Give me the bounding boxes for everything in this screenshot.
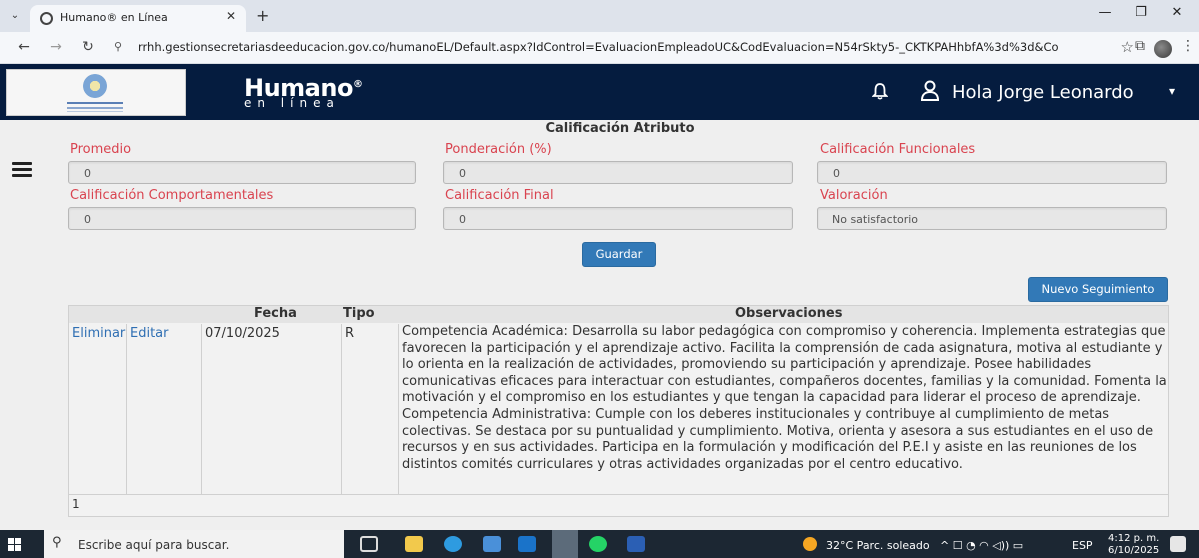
- calificacion-final-field[interactable]: 0: [443, 207, 793, 230]
- tab-close-icon[interactable]: ✕: [226, 9, 236, 23]
- cell-observaciones: Competencia Académica: Desarrolla su lab…: [402, 324, 1167, 472]
- address-bar[interactable]: ⚲ rrhh.gestionsecretariasdeeducacion.gov…: [110, 36, 1134, 60]
- label-calificacion-final: Calificación Final: [445, 188, 554, 203]
- taskbar-search-box[interactable]: ⚲ Escribe aquí para buscar.: [44, 530, 344, 558]
- window-minimize-icon[interactable]: —: [1090, 5, 1120, 20]
- valoracion-field[interactable]: No satisfactorio: [817, 207, 1167, 230]
- profile-avatar[interactable]: [1154, 40, 1172, 58]
- bell-icon[interactable]: [872, 82, 888, 100]
- notifications-icon[interactable]: [1170, 536, 1186, 552]
- seal-icon: [83, 74, 107, 98]
- delete-link[interactable]: Eliminar: [72, 326, 125, 341]
- clock-time: 4:12 p. m.: [1108, 533, 1160, 544]
- save-button[interactable]: Guardar: [582, 242, 656, 267]
- taskbar-search-placeholder: Escribe aquí para buscar.: [78, 538, 230, 552]
- system-clock[interactable]: 4:12 p. m. 6/10/2025: [1108, 533, 1159, 557]
- new-followup-button[interactable]: Nuevo Seguimiento: [1028, 277, 1168, 302]
- tab-search-chevron-icon[interactable]: ⌄: [6, 7, 24, 25]
- tab-favicon-icon: [40, 12, 53, 25]
- promedio-field[interactable]: 0: [68, 161, 416, 184]
- brand-registered-mark: ®: [352, 79, 363, 90]
- store-icon[interactable]: [483, 536, 501, 552]
- outlook-icon[interactable]: [518, 536, 536, 552]
- label-promedio: Promedio: [70, 142, 132, 157]
- window-restore-icon[interactable]: ❐: [1126, 5, 1156, 20]
- edit-link[interactable]: Editar: [130, 326, 169, 341]
- user-icon[interactable]: [920, 80, 940, 102]
- url-text[interactable]: rrhh.gestionsecretariasdeeducacion.gov.c…: [138, 40, 1058, 54]
- weather-text[interactable]: 32°C Parc. soleado: [826, 539, 930, 552]
- institution-logo: [6, 69, 186, 116]
- forward-arrow-icon[interactable]: →: [46, 39, 66, 55]
- column-header-observaciones: Observaciones: [735, 306, 843, 321]
- browser-tab-bar: ⌄ Humano® en Línea ✕ + — ❐ ✕: [0, 0, 1199, 32]
- column-header-fecha: Fecha: [254, 306, 297, 321]
- table-header-row: [69, 306, 1168, 323]
- label-calificacion-comportamentales: Calificación Comportamentales: [70, 188, 274, 203]
- browser-tab[interactable]: Humano® en Línea ✕: [30, 5, 246, 32]
- reload-icon[interactable]: ↻: [78, 39, 98, 55]
- section-title: Calificación Atributo: [545, 121, 695, 136]
- search-icon: ⚲: [52, 535, 62, 550]
- tab-title: Humano® en Línea: [60, 11, 168, 24]
- back-arrow-icon[interactable]: ←: [14, 39, 34, 55]
- hamburger-menu-icon[interactable]: [12, 162, 32, 178]
- windows-start-icon[interactable]: [8, 538, 22, 552]
- file-explorer-icon[interactable]: [405, 536, 423, 552]
- windows-taskbar: ⚲ Escribe aquí para buscar. 32°C Parc. s…: [0, 530, 1199, 558]
- user-menu-caret-icon[interactable]: ▾: [1169, 84, 1175, 98]
- humano-brand-logo: Humano® en línea: [244, 72, 363, 110]
- extensions-icon[interactable]: ⧉: [1135, 38, 1145, 54]
- pager-page-1[interactable]: 1: [72, 497, 80, 511]
- cell-tipo: R: [345, 326, 355, 341]
- browser-menu-icon[interactable]: ⋮: [1181, 38, 1195, 54]
- bookmark-star-icon[interactable]: ☆: [1121, 38, 1134, 56]
- edge-browser-icon[interactable]: [444, 536, 462, 552]
- chrome-active-icon[interactable]: [552, 530, 578, 558]
- calificacion-comportamentales-field[interactable]: 0: [68, 207, 416, 230]
- window-close-icon[interactable]: ✕: [1162, 5, 1192, 20]
- tray-icons[interactable]: ^ ☐ ◔ ◠ ◁)) ▭: [940, 539, 1023, 552]
- whatsapp-icon[interactable]: [589, 536, 607, 552]
- new-tab-plus-icon[interactable]: +: [256, 6, 269, 25]
- label-valoracion: Valoración: [820, 188, 888, 203]
- clock-date: 6/10/2025: [1108, 545, 1160, 556]
- task-view-icon[interactable]: [360, 536, 378, 552]
- weather-icon[interactable]: [803, 537, 817, 551]
- column-header-tipo: Tipo: [343, 306, 375, 321]
- word-icon[interactable]: [627, 536, 645, 552]
- calificacion-funcionales-field[interactable]: 0: [817, 161, 1167, 184]
- label-calificacion-funcionales: Calificación Funcionales: [820, 142, 976, 157]
- cell-fecha: 07/10/2025: [205, 326, 280, 341]
- browser-toolbar: ← → ↻ ⚲ rrhh.gestionsecretariasdeeducaci…: [0, 32, 1199, 64]
- site-info-icon[interactable]: ⚲: [114, 40, 122, 53]
- label-ponderacion: Ponderación (%): [445, 142, 552, 157]
- user-greeting[interactable]: Hola Jorge Leonardo: [952, 82, 1134, 103]
- language-indicator[interactable]: ESP: [1072, 539, 1093, 552]
- ponderacion-field[interactable]: 0: [443, 161, 793, 184]
